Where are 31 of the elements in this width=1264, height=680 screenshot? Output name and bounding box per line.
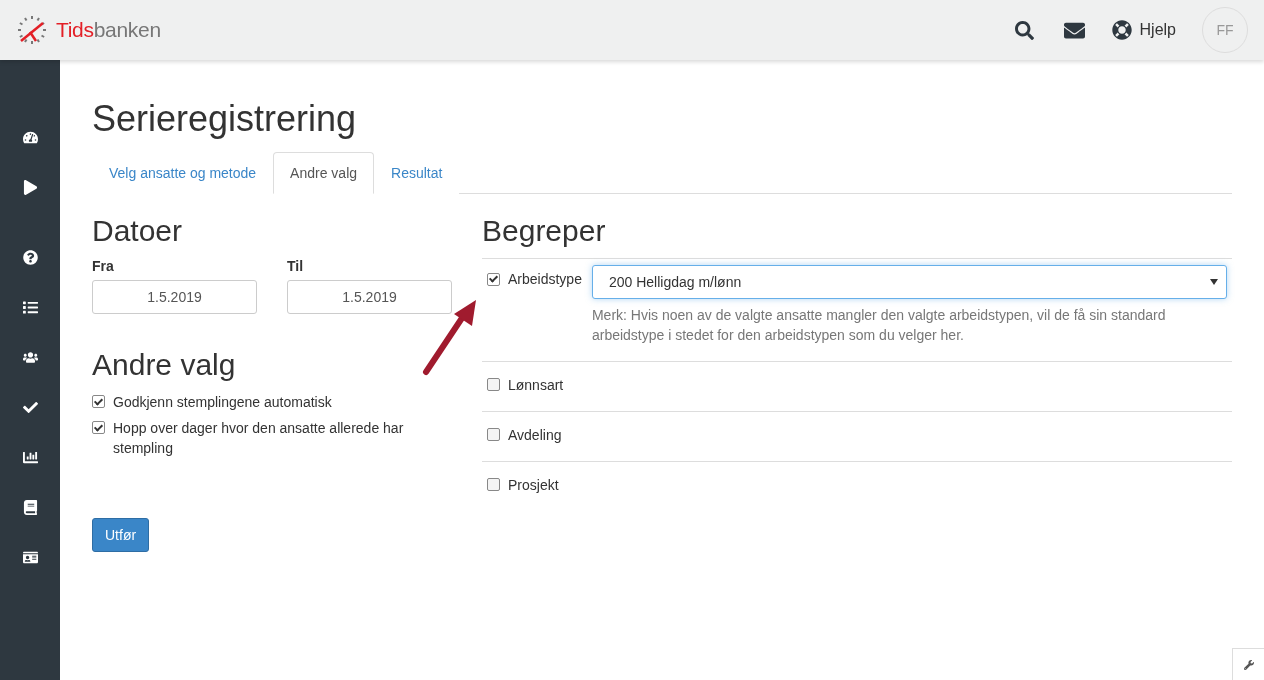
dropdown[interactable]: 200 Helligdag m/lønn (591, 265, 1227, 299)
section-heading: Andre valg (92, 348, 237, 382)
field-label: Til (287, 258, 305, 274)
tab[interactable]: Andre valg (273, 152, 375, 194)
checkbox[interactable] (92, 421, 105, 434)
lifebuoy-icon (1111, 20, 1132, 40)
logo-text: Tidsbanken (56, 18, 161, 42)
page-title: Serieregistrering (92, 98, 358, 140)
field-label: Fra (92, 258, 115, 274)
section-heading: Datoer (92, 214, 184, 248)
caret-icon (1210, 279, 1218, 285)
checkbox-label: Avdeling (508, 426, 562, 445)
checkbox[interactable] (92, 395, 105, 408)
logo-icon (16, 14, 48, 46)
checkbox[interactable] (487, 378, 500, 391)
checkbox-label: Prosjekt (508, 476, 559, 495)
submit-button[interactable]: Utfør (92, 518, 150, 552)
note-text: Merk: Hvis noen av de valgte ansatte mangler den valgte arbeidstypen, vil de få sin standard arbeidstype i stedet for den arbeidstypen som du velger her. (591, 306, 1167, 345)
checkbox-label: Arbeidstype (508, 270, 582, 289)
help-link[interactable]: Hjelp (1111, 20, 1176, 40)
checkbox[interactable] (487, 428, 500, 441)
date-field[interactable]: 1.5.2019 (287, 280, 452, 314)
checkbox-label: Lønnsart (508, 376, 564, 395)
search-icon[interactable] (1014, 20, 1034, 40)
checkbox-label: Hopp over dager hvor den ansatte allerede har stempling (113, 419, 405, 458)
checkbox[interactable] (487, 478, 500, 491)
section-heading: Begreper (482, 214, 607, 248)
wrench-icon[interactable] (1232, 648, 1264, 680)
checkbox-label: Godkjenn stemplingene automatisk (113, 393, 332, 412)
date-field[interactable]: 1.5.2019 (92, 280, 257, 314)
checkbox[interactable] (487, 272, 500, 286)
